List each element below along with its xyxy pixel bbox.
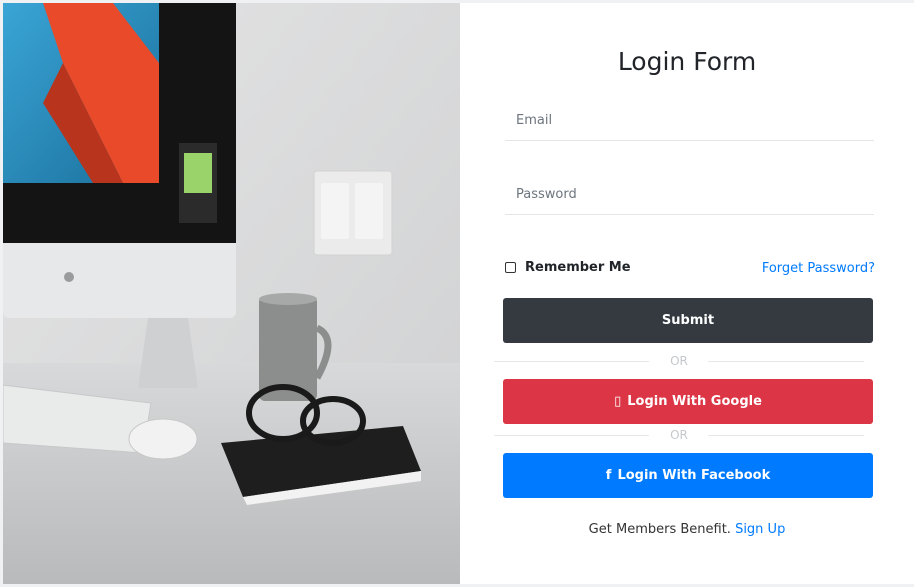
or-divider: OR bbox=[494, 354, 864, 368]
remember-label: Remember Me bbox=[525, 260, 631, 275]
form-title: Login Form bbox=[617, 47, 757, 76]
google-login-button[interactable]: ▯ Login With Google bbox=[503, 379, 873, 424]
password-field[interactable] bbox=[505, 175, 874, 215]
remember-checkbox[interactable] bbox=[505, 262, 516, 273]
divider-line bbox=[708, 435, 864, 436]
submit-label: Submit bbox=[661, 313, 715, 328]
login-form: Login Form Remember Me Forget Password? … bbox=[460, 3, 914, 584]
email-field[interactable] bbox=[505, 101, 874, 141]
divider-line bbox=[708, 361, 864, 362]
or-divider: OR bbox=[494, 428, 864, 442]
facebook-login-label: Login With Facebook bbox=[617, 468, 771, 483]
submit-button[interactable]: Submit bbox=[503, 298, 873, 343]
footer-text: Get Members Benefit. bbox=[588, 522, 736, 537]
google-login-label: Login With Google bbox=[627, 394, 762, 409]
hero-photo bbox=[3, 3, 460, 584]
google-icon: ▯ bbox=[614, 394, 622, 409]
facebook-login-button[interactable]: f Login With Facebook bbox=[503, 453, 873, 498]
desk-illustration bbox=[3, 3, 460, 584]
remember-me[interactable]: Remember Me bbox=[505, 260, 631, 275]
signup-footer: Get Members Benefit. Sign Up bbox=[460, 522, 914, 537]
login-page: Login Form Remember Me Forget Password? … bbox=[3, 3, 914, 584]
facebook-icon: f bbox=[605, 468, 612, 483]
signup-link[interactable]: Sign Up bbox=[735, 522, 785, 537]
forget-password-link[interactable]: Forget Password? bbox=[762, 261, 875, 276]
